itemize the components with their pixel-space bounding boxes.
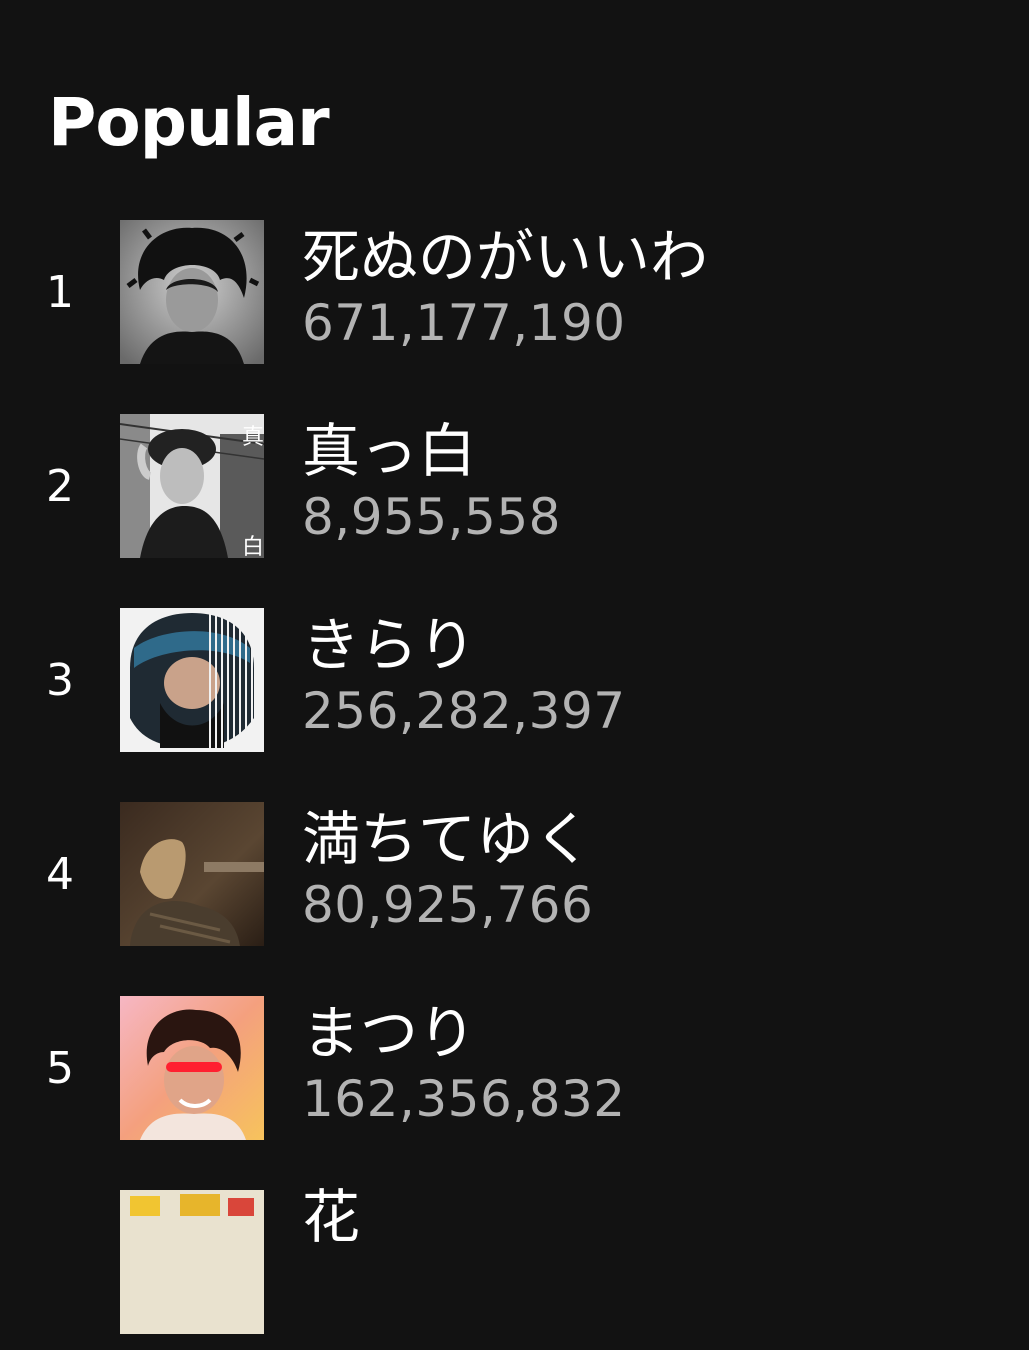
track-row-6[interactable]: 花 bbox=[0, 1184, 1029, 1350]
track-title: 花 bbox=[302, 1183, 361, 1251]
track-plays: 256,282,397 bbox=[302, 682, 626, 740]
track-title: 満ちてゆく bbox=[302, 805, 593, 873]
section-title: Popular bbox=[48, 84, 330, 161]
track-plays: 8,955,558 bbox=[302, 488, 561, 546]
album-cover-bw-portrait-icon bbox=[120, 220, 264, 364]
track-rank: 1 bbox=[46, 267, 74, 318]
track-rank: 4 bbox=[46, 849, 74, 900]
track-rank: 3 bbox=[46, 655, 74, 706]
track-title: きらり bbox=[302, 611, 477, 679]
album-cover-dark-portrait-icon bbox=[120, 802, 264, 946]
track-row-5[interactable]: 5 まつり 162,356,832 bbox=[0, 996, 1029, 1156]
track-title: 真っ白 bbox=[302, 417, 477, 485]
track-plays: 80,925,766 bbox=[302, 876, 594, 934]
track-plays: 671,177,190 bbox=[302, 294, 626, 352]
track-row-1[interactable]: 1 死ぬのがいいわ 671,177,190 bbox=[0, 220, 1029, 380]
album-cover-street-portrait-icon: 真 白 bbox=[120, 414, 264, 558]
track-rank: 5 bbox=[46, 1043, 74, 1094]
track-row-2[interactable]: 2 真 白 真っ白 8,955,558 bbox=[0, 414, 1029, 574]
album-cover-striped-helmet-icon bbox=[120, 608, 264, 752]
track-plays: 162,356,832 bbox=[302, 1070, 626, 1128]
track-title: まつり bbox=[302, 999, 477, 1067]
svg-text:真: 真 bbox=[242, 425, 264, 450]
album-cover-pink-portrait-icon bbox=[120, 996, 264, 1140]
track-row-3[interactable]: 3 きらり 256,282,397 bbox=[0, 608, 1029, 768]
track-rank: 2 bbox=[46, 461, 74, 512]
svg-text:白: 白 bbox=[242, 535, 264, 558]
track-row-4[interactable]: 4 満ちてゆく 80,925,766 bbox=[0, 802, 1029, 962]
album-cover-yellow-icon bbox=[120, 1190, 264, 1334]
track-title: 死ぬのがいいわ bbox=[302, 223, 709, 291]
